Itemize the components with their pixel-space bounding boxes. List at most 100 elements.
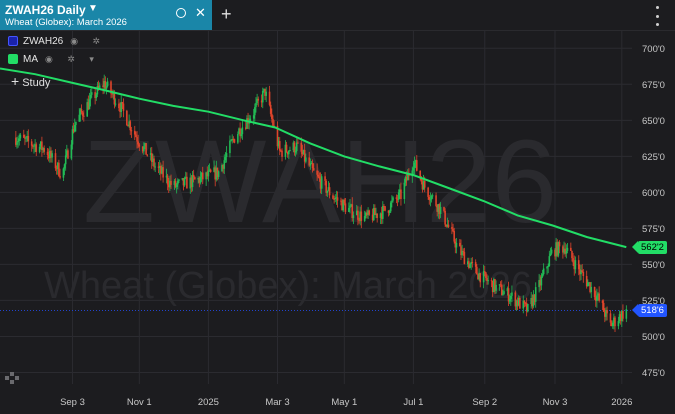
candle-body bbox=[451, 227, 453, 229]
candle-body bbox=[479, 273, 482, 283]
candle-body bbox=[177, 180, 179, 185]
platform-logo-icon bbox=[5, 372, 19, 384]
legend-item-ma[interactable]: MA ◉ ✲ ▾ bbox=[8, 52, 100, 66]
add-study-button[interactable]: + Study bbox=[11, 73, 50, 89]
candle-body bbox=[598, 293, 600, 301]
candle-body bbox=[54, 153, 57, 169]
legend-item-symbol[interactable]: ZWAH26 ◉ ✲ bbox=[8, 34, 106, 48]
candle-body bbox=[336, 197, 339, 201]
candle-body bbox=[439, 207, 442, 214]
candle-body bbox=[194, 177, 196, 180]
candle-body bbox=[289, 149, 291, 151]
candle-body bbox=[217, 171, 220, 177]
candle-body bbox=[269, 104, 272, 114]
candle-body bbox=[483, 271, 486, 273]
candle-body bbox=[388, 211, 391, 213]
candle-body bbox=[609, 313, 612, 323]
candle-body bbox=[495, 284, 497, 291]
candle-body bbox=[344, 203, 347, 212]
watermark-description: Wheat (Globex): March 2026 bbox=[44, 265, 532, 307]
candle-body bbox=[207, 170, 210, 177]
candle-body bbox=[35, 144, 38, 152]
legend-label-ma: MA bbox=[23, 53, 38, 65]
candle-body bbox=[376, 213, 378, 218]
legend-label-symbol: ZWAH26 bbox=[23, 35, 64, 47]
candle-body bbox=[572, 258, 574, 263]
candle-body bbox=[19, 134, 22, 139]
candle-body bbox=[462, 250, 465, 252]
candle-body bbox=[566, 247, 569, 251]
candle-body bbox=[510, 295, 512, 299]
candle-body bbox=[154, 166, 156, 168]
candle-body bbox=[33, 145, 35, 147]
candle-body bbox=[175, 184, 178, 187]
candle-body bbox=[427, 187, 429, 197]
eye-gear-chevron-icons[interactable]: ◉ ✲ ▾ bbox=[45, 54, 100, 65]
y-tick-label: 700'0 bbox=[642, 44, 665, 55]
candle-body bbox=[18, 138, 21, 141]
candle-body bbox=[81, 112, 84, 116]
candle-body bbox=[312, 168, 315, 171]
candle-body bbox=[288, 150, 290, 155]
candle-body bbox=[391, 200, 393, 203]
candle-body bbox=[444, 210, 446, 225]
candle-body bbox=[17, 140, 19, 143]
candle-body bbox=[89, 94, 92, 100]
ma-swatch bbox=[8, 54, 18, 64]
candle-body bbox=[571, 250, 573, 259]
candle-body bbox=[271, 113, 273, 119]
candle-body bbox=[265, 91, 267, 96]
candle-body bbox=[435, 195, 437, 206]
candle-body bbox=[550, 249, 553, 254]
candle-body bbox=[476, 266, 478, 275]
candle-body bbox=[316, 170, 318, 175]
price-badge-value: 518'6 bbox=[641, 305, 664, 317]
x-tick-label: Nov 3 bbox=[543, 397, 568, 408]
candle-body bbox=[625, 309, 628, 319]
candle-body bbox=[297, 142, 299, 144]
candle-body bbox=[541, 274, 544, 277]
candle-body bbox=[357, 210, 359, 220]
candle-body bbox=[423, 180, 426, 188]
candle-body bbox=[474, 262, 477, 267]
candle-body bbox=[272, 118, 274, 126]
candle-body bbox=[453, 231, 455, 242]
candle-body bbox=[229, 140, 231, 154]
candle-body bbox=[582, 271, 585, 276]
candle-body bbox=[294, 150, 297, 153]
candle-body bbox=[114, 103, 117, 105]
candle-body bbox=[58, 162, 60, 176]
price-chart[interactable]: ZWAH26 Wheat (Globex): March 2026 700'0 675… bbox=[0, 0, 675, 414]
candle-body bbox=[343, 199, 346, 204]
candle-body bbox=[201, 172, 204, 180]
candle-body bbox=[601, 300, 604, 303]
candle-body bbox=[519, 297, 521, 309]
candle-body bbox=[459, 242, 461, 247]
candle-body bbox=[38, 146, 41, 152]
eye-gear-icons[interactable]: ◉ ✲ bbox=[70, 36, 106, 47]
candle-body bbox=[570, 247, 572, 251]
candle-body bbox=[622, 310, 624, 319]
candle-body bbox=[349, 205, 351, 208]
candle-body bbox=[16, 142, 18, 145]
candle-body bbox=[502, 294, 504, 296]
candle-body bbox=[192, 174, 195, 178]
badge-arrow bbox=[632, 240, 638, 253]
candle-body bbox=[565, 250, 568, 254]
candle-body bbox=[95, 94, 98, 99]
candle-body bbox=[162, 167, 164, 178]
candle-body bbox=[98, 85, 101, 89]
candle-body bbox=[412, 167, 415, 171]
candle-body bbox=[300, 142, 303, 152]
candle-body bbox=[508, 298, 511, 302]
y-tick-label: 625'0 bbox=[642, 152, 665, 163]
candle-body bbox=[431, 195, 434, 197]
candle-body bbox=[186, 176, 188, 189]
candle-body bbox=[428, 196, 431, 200]
ma-price-badge: 562'2 bbox=[632, 240, 667, 254]
candle-body bbox=[593, 286, 596, 298]
candle-body bbox=[363, 216, 366, 221]
candle-body bbox=[326, 190, 329, 193]
candle-body bbox=[549, 253, 552, 257]
candle-body bbox=[223, 160, 226, 169]
